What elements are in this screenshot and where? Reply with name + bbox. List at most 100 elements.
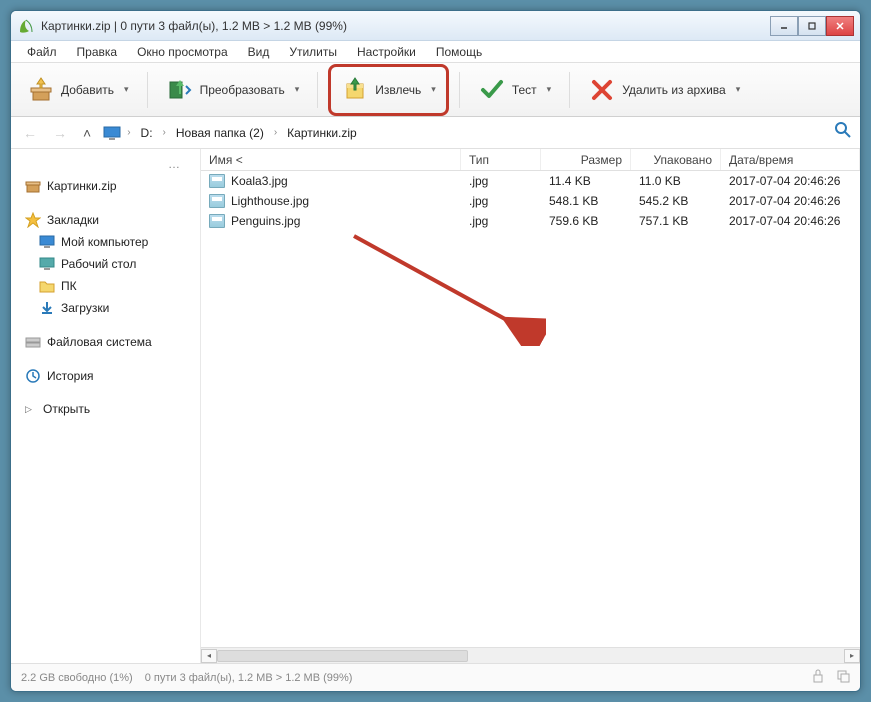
test-button[interactable]: Тест ▾ [470,70,559,110]
file-row[interactable]: Koala3.jpg .jpg 11.4 KB 11.0 KB 2017-07-… [201,171,860,191]
sidebar-desktop-label: Рабочий стол [61,257,136,271]
file-row[interactable]: Lighthouse.jpg .jpg 548.1 KB 545.2 KB 20… [201,191,860,211]
menu-settings[interactable]: Настройки [347,43,426,61]
sidebar-open[interactable]: ▷ Открыть [11,399,200,419]
star-icon [25,212,41,228]
chevron-right-icon: › [163,127,166,138]
add-button[interactable]: Добавить ▾ [19,70,137,110]
sidebar-mycomputer[interactable]: Мой компьютер [11,231,200,253]
nav-up[interactable]: ˄ [79,123,95,143]
sidebar-downloads[interactable]: Загрузки [11,297,200,319]
delete-label: Удалить из архива [622,83,726,97]
crumb-drive[interactable]: D: [137,124,157,142]
scroll-thumb[interactable] [217,650,468,662]
sidebar-overflow[interactable]: … [11,157,200,175]
download-icon [39,300,55,316]
file-packed: 545.2 KB [631,194,721,208]
menu-help[interactable]: Помощь [426,43,492,61]
sidebar-archive[interactable]: Картинки.zip [11,175,200,197]
sidebar-history[interactable]: История [11,365,200,387]
image-icon [209,214,225,228]
status-free: 2.2 GB свободно (1%) [21,672,133,684]
test-label: Тест [512,83,537,97]
file-size: 759.6 KB [541,214,631,228]
close-button[interactable] [826,16,854,36]
sidebar-mycomputer-label: Мой компьютер [61,235,148,249]
app-window: Картинки.zip | 0 пути 3 файл(ы), 1.2 MB … [10,10,861,692]
box-up-icon [27,76,55,104]
monitor-icon [103,126,121,140]
sidebar: … Картинки.zip Закладки Мой компьютер Ра… [11,149,201,663]
file-type: .jpg [461,214,541,228]
sidebar-open-label: Открыть [43,402,90,416]
delete-button[interactable]: Удалить из архива ▾ [580,70,748,110]
nav-back[interactable]: ← [19,123,41,143]
chevron-down-icon: ▾ [431,84,436,95]
sidebar-history-label: История [47,369,94,383]
file-row[interactable]: Penguins.jpg .jpg 759.6 KB 757.1 KB 2017… [201,211,860,231]
search-icon[interactable] [834,121,852,144]
sidebar-archive-label: Картинки.zip [47,179,117,193]
extract-button[interactable]: Извлечь ▾ [333,70,444,110]
crumb-folder[interactable]: Новая папка (2) [172,124,268,142]
arrow-annotation [336,226,546,346]
extract-icon [341,76,369,104]
statusbar: 2.2 GB свободно (1%) 0 пути 3 файл(ы), 1… [11,663,860,691]
file-date: 2017-07-04 20:46:26 [721,174,860,188]
window-title: Картинки.zip | 0 пути 3 файл(ы), 1.2 MB … [41,19,770,33]
maximize-button[interactable] [798,16,826,36]
minimize-button[interactable] [770,16,798,36]
col-date[interactable]: Дата/время [721,149,860,170]
menu-view[interactable]: Вид [238,43,280,61]
crumb-archive[interactable]: Картинки.zip [283,124,361,142]
file-name: Koala3.jpg [231,174,288,188]
separator [147,72,148,108]
convert-button[interactable]: Преобразовать ▾ [158,70,308,110]
chevron-down-icon: ▾ [736,84,741,95]
toolbar: Добавить ▾ Преобразовать ▾ Извлечь ▾ Тес… [11,63,860,117]
file-name: Lighthouse.jpg [231,194,309,208]
clock-icon [25,368,41,384]
separator [569,72,570,108]
copy-icon [836,669,850,686]
sidebar-desktop[interactable]: Рабочий стол [11,253,200,275]
col-name[interactable]: Имя < [201,149,461,170]
sidebar-downloads-label: Загрузки [61,301,109,315]
file-type: .jpg [461,194,541,208]
list-header: Имя < Тип Размер Упаковано Дата/время [201,149,860,171]
window-controls [770,16,854,36]
scroll-right[interactable]: ▸ [844,649,860,663]
folder-icon [39,278,55,294]
menu-file[interactable]: Файл [17,43,67,61]
status-selection: 0 пути 3 файл(ы), 1.2 MB > 1.2 MB (99%) [145,672,353,684]
image-icon [209,174,225,188]
col-packed[interactable]: Упаковано [631,149,721,170]
chevron-right-icon: ▷ [25,404,37,415]
scroll-track[interactable] [217,649,844,663]
sidebar-bookmarks[interactable]: Закладки [11,209,200,231]
sidebar-filesystem-label: Файловая система [47,335,152,349]
sidebar-filesystem[interactable]: Файловая система [11,331,200,353]
sidebar-pc-label: ПК [61,279,77,293]
col-type[interactable]: Тип [461,149,541,170]
file-type: .jpg [461,174,541,188]
scrollbar-horizontal[interactable]: ◂ ▸ [201,647,860,663]
sidebar-bookmarks-label: Закладки [47,213,99,227]
check-icon [478,76,506,104]
breadcrumb: › D: › Новая папка (2) › Картинки.zip [103,124,826,142]
image-icon [209,194,225,208]
nav-forward[interactable]: → [49,123,71,143]
lock-icon [812,669,824,686]
scroll-left[interactable]: ◂ [201,649,217,663]
file-size: 548.1 KB [541,194,631,208]
col-size[interactable]: Размер [541,149,631,170]
menu-view-window[interactable]: Окно просмотра [127,43,238,61]
file-packed: 757.1 KB [631,214,721,228]
file-list: Имя < Тип Размер Упаковано Дата/время Ko… [201,149,860,663]
menu-edit[interactable]: Правка [67,43,128,61]
menu-utilities[interactable]: Утилиты [279,43,347,61]
file-date: 2017-07-04 20:46:26 [721,214,860,228]
separator [317,72,318,108]
file-name: Penguins.jpg [231,214,300,228]
sidebar-pc[interactable]: ПК [11,275,200,297]
